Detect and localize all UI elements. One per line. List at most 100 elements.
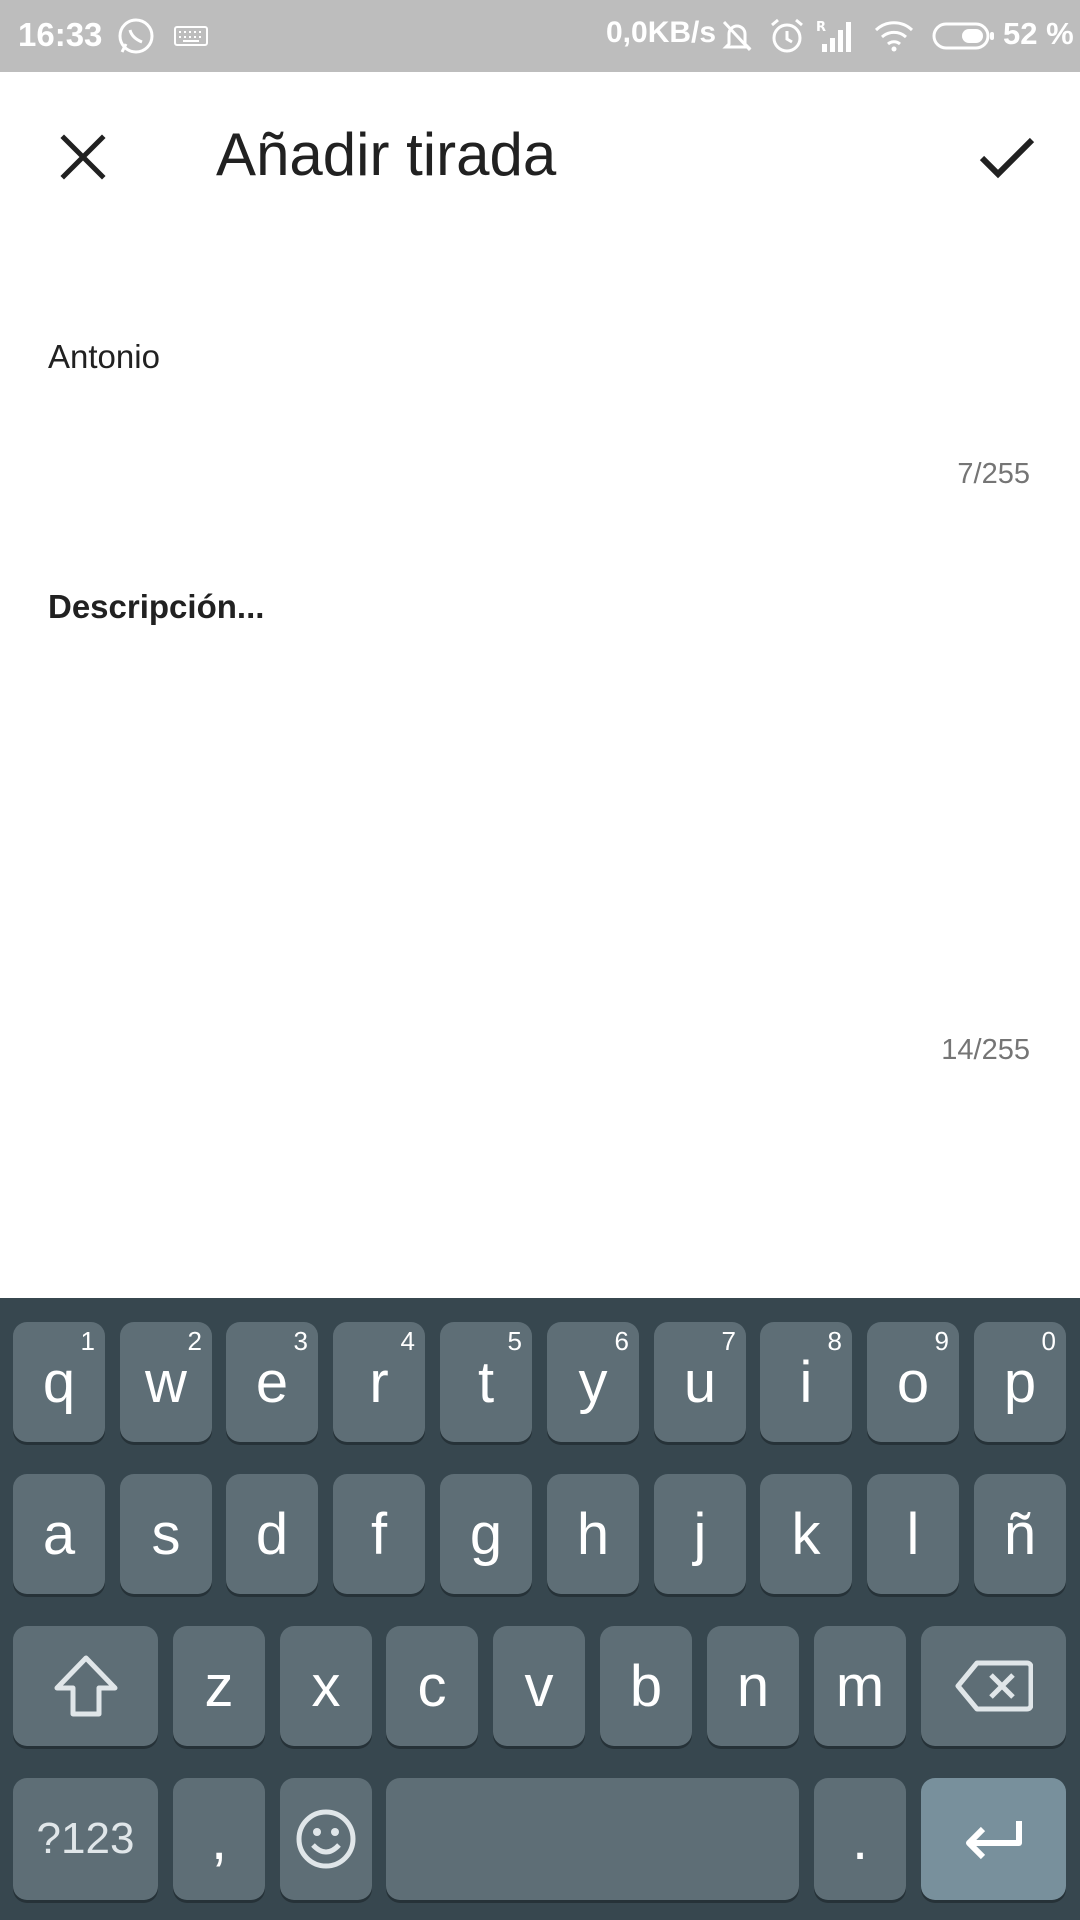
comma-key[interactable]: , (173, 1778, 265, 1900)
name-field[interactable]: Antonio (48, 338, 160, 376)
status-bar: 16:33 0,0KB/s R 52 % (0, 0, 1080, 72)
on-screen-keyboard: q1 w2 e3 r4 t5 y6 u7 i8 o9 p0 a s d f g … (0, 1298, 1080, 1920)
key-label: i (799, 1349, 813, 1415)
key-l[interactable]: l (867, 1474, 959, 1594)
key-label: ñ (1003, 1501, 1037, 1567)
enter-arrow-icon (965, 1821, 1022, 1860)
key-m[interactable]: m (814, 1626, 906, 1746)
key-label: a (42, 1501, 76, 1567)
key-hint: 3 (293, 1326, 308, 1356)
key-label: n (736, 1653, 770, 1719)
enter-key[interactable] (921, 1778, 1066, 1900)
shift-key[interactable] (13, 1626, 158, 1746)
key-c[interactable]: c (386, 1626, 478, 1746)
key-s[interactable]: s (120, 1474, 212, 1594)
smiley-icon (296, 1809, 356, 1869)
page-title: Añadir tirada (216, 121, 557, 188)
app-bar: Añadir tirada (0, 72, 1080, 242)
emoji-key[interactable] (280, 1778, 372, 1900)
key-label: y (578, 1349, 608, 1415)
alarm-icon (768, 0, 806, 72)
key-label: s (151, 1501, 181, 1567)
key-a[interactable]: a (13, 1474, 105, 1594)
key-h[interactable]: h (547, 1474, 639, 1594)
key-label: x (311, 1653, 341, 1719)
close-icon (60, 134, 106, 180)
key-label: v (524, 1653, 554, 1719)
battery-icon (932, 0, 996, 72)
signal-roaming-icon: R (816, 0, 856, 72)
key-label: m (835, 1653, 885, 1719)
network-speed: 0,0KB/s (606, 16, 717, 49)
key-hint: 8 (827, 1326, 842, 1356)
key-label: b (629, 1653, 663, 1719)
wifi-icon (874, 0, 914, 72)
key-u[interactable]: u7 (654, 1322, 746, 1442)
key-label: c (417, 1653, 447, 1719)
key-enye[interactable]: ñ (974, 1474, 1066, 1594)
key-i[interactable]: i8 (760, 1322, 852, 1442)
key-hint: 7 (721, 1326, 736, 1356)
key-n[interactable]: n (707, 1626, 799, 1746)
key-hint: 2 (187, 1326, 202, 1356)
key-q[interactable]: q1 (13, 1322, 105, 1442)
key-y[interactable]: y6 (547, 1322, 639, 1442)
key-b[interactable]: b (600, 1626, 692, 1746)
key-label: q (42, 1349, 76, 1415)
key-label: d (255, 1501, 289, 1567)
key-w[interactable]: w2 (120, 1322, 212, 1442)
shift-icon (54, 1655, 117, 1717)
symbols-key[interactable]: ?123 (13, 1778, 158, 1900)
key-label: l (906, 1501, 920, 1567)
key-label: z (204, 1653, 234, 1719)
backspace-key[interactable] (921, 1626, 1066, 1746)
key-d[interactable]: d (226, 1474, 318, 1594)
key-label: h (576, 1501, 610, 1567)
keyboard-icon (174, 0, 208, 72)
battery-level: 52 % (1003, 16, 1074, 51)
spacebar-key[interactable] (386, 1778, 799, 1900)
key-label: o (896, 1349, 930, 1415)
key-p[interactable]: p0 (974, 1322, 1066, 1442)
description-char-counter: 14/255 (941, 1034, 1030, 1066)
key-hint: 4 (400, 1326, 415, 1356)
backspace-icon (955, 1660, 1033, 1712)
key-hint: 1 (80, 1326, 95, 1356)
key-label: e (255, 1349, 289, 1415)
key-label: t (477, 1349, 495, 1415)
key-x[interactable]: x (280, 1626, 372, 1746)
key-o[interactable]: o9 (867, 1322, 959, 1442)
key-label: w (145, 1349, 187, 1415)
confirm-button[interactable] (962, 112, 1052, 202)
key-v[interactable]: v (493, 1626, 585, 1746)
key-label: j (693, 1501, 707, 1567)
close-button[interactable] (38, 112, 128, 202)
key-hint: 0 (1041, 1326, 1056, 1356)
key-label: r (369, 1349, 389, 1415)
key-hint: 5 (507, 1326, 522, 1356)
whatsapp-icon (116, 0, 156, 72)
status-time: 16:33 (18, 16, 103, 53)
key-r[interactable]: r4 (333, 1322, 425, 1442)
key-f[interactable]: f (333, 1474, 425, 1594)
description-field[interactable]: Descripción... (48, 588, 264, 626)
check-icon (979, 137, 1035, 179)
key-e[interactable]: e3 (226, 1322, 318, 1442)
key-z[interactable]: z (173, 1626, 265, 1746)
key-label: p (1003, 1349, 1037, 1415)
key-t[interactable]: t5 (440, 1322, 532, 1442)
key-j[interactable]: j (654, 1474, 746, 1594)
key-k[interactable]: k (760, 1474, 852, 1594)
key-label: f (370, 1501, 388, 1567)
key-label: . (851, 1806, 869, 1872)
key-label: u (683, 1349, 717, 1415)
period-key[interactable]: . (814, 1778, 906, 1900)
key-label: ?123 (36, 1814, 135, 1863)
key-label: k (791, 1501, 821, 1567)
key-hint: 6 (614, 1326, 629, 1356)
key-g[interactable]: g (440, 1474, 532, 1594)
key-hint: 9 (934, 1326, 949, 1356)
muted-bell-icon (720, 0, 754, 72)
name-char-counter: 7/255 (957, 458, 1030, 490)
svg-text:R: R (816, 20, 826, 35)
